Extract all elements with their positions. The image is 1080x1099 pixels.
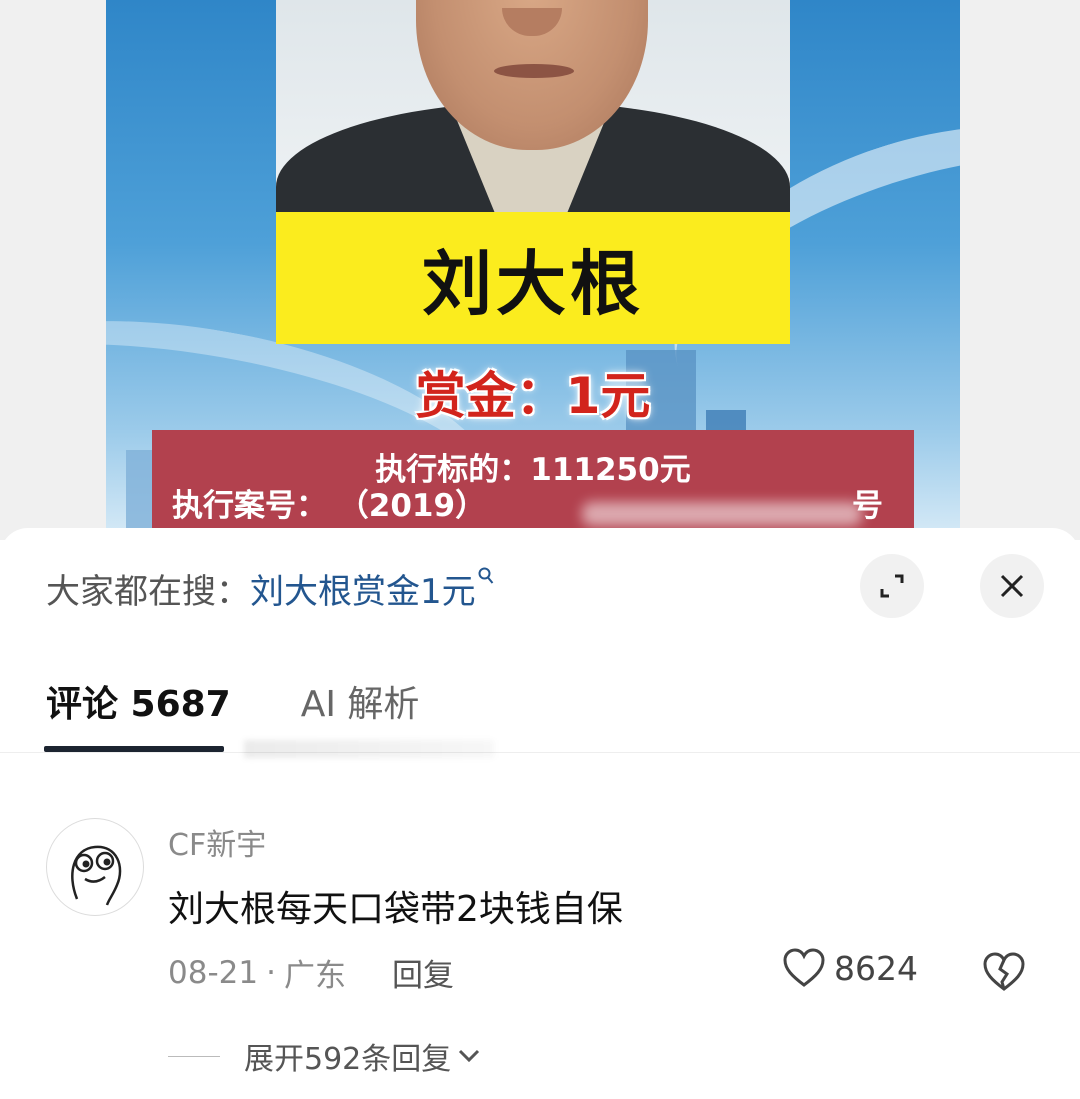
meta-separator: · (266, 954, 276, 991)
search-icon[interactable] (478, 566, 494, 591)
tab-bar: 评论 5687 AI 解析 (46, 676, 419, 726)
scroll-ghost-text (244, 740, 494, 758)
chevron-down-icon (459, 1049, 480, 1063)
comment-text[interactable]: 刘大根每天口袋带2块钱自保 (168, 880, 623, 932)
tab-comments[interactable]: 评论 5687 (46, 675, 231, 727)
avatar[interactable] (46, 818, 144, 916)
close-icon (1000, 574, 1024, 598)
expand-icon (880, 574, 904, 598)
comment-meta: 08-21 · 广东 回复 (168, 950, 454, 995)
case-info-box: 执行标的：111250元 执行案号： （2019） 号 (152, 430, 914, 540)
search-prefix: 大家都在搜： (46, 571, 250, 612)
like-button[interactable]: 8624 (782, 948, 918, 988)
name-banner: 刘大根 (276, 212, 790, 344)
expand-replies-label: 展开592条回复 (244, 1042, 452, 1077)
dislike-button[interactable] (982, 952, 1026, 996)
bounty-text: 赏金：1元 (106, 356, 960, 428)
like-count: 8624 (834, 948, 918, 988)
suspect-photo (276, 0, 790, 212)
tab-divider (0, 752, 1080, 753)
close-button[interactable] (980, 554, 1044, 618)
video-area[interactable]: 刘大根 赏金：1元 执行标的：111250元 执行案号： （2019） 号 (0, 0, 1080, 540)
trending-search[interactable]: 大家都在搜： 刘大根赏金1元 (46, 564, 494, 612)
search-term-link[interactable]: 刘大根赏金1元 (250, 564, 476, 613)
case-value: （2019） (337, 488, 487, 524)
bounty-value: 1元 (565, 367, 651, 425)
redacted-blur (582, 502, 862, 526)
bounty-label: 赏金： (415, 367, 566, 425)
expand-replies-button[interactable]: 展开592条回复 (168, 1034, 481, 1078)
comment-location: 广东 (283, 958, 346, 994)
target-value: 111250元 (530, 452, 691, 488)
wanted-poster: 刘大根 赏金：1元 执行标的：111250元 执行案号： （2019） 号 (106, 0, 960, 540)
comment-username[interactable]: CF新宇 (168, 820, 266, 864)
tab-ai-analysis[interactable]: AI 解析 (301, 675, 420, 727)
reply-button[interactable]: 回复 (392, 950, 454, 995)
expand-button[interactable] (860, 554, 924, 618)
suspect-name: 刘大根 (422, 242, 644, 325)
heart-icon (783, 948, 825, 987)
broken-heart-icon (983, 952, 1025, 991)
case-suffix: 号 (852, 488, 883, 524)
case-number: 执行案号： （2019） (172, 480, 486, 525)
comments-sheet: 大家都在搜： 刘大根赏金1元 评论 5687 AI 解析 CF新宇 刘大根每天口… (0, 528, 1080, 1099)
case-label: 执行案号： (172, 488, 327, 524)
expand-line (168, 1055, 220, 1057)
comment-date: 08-21 (168, 954, 259, 991)
